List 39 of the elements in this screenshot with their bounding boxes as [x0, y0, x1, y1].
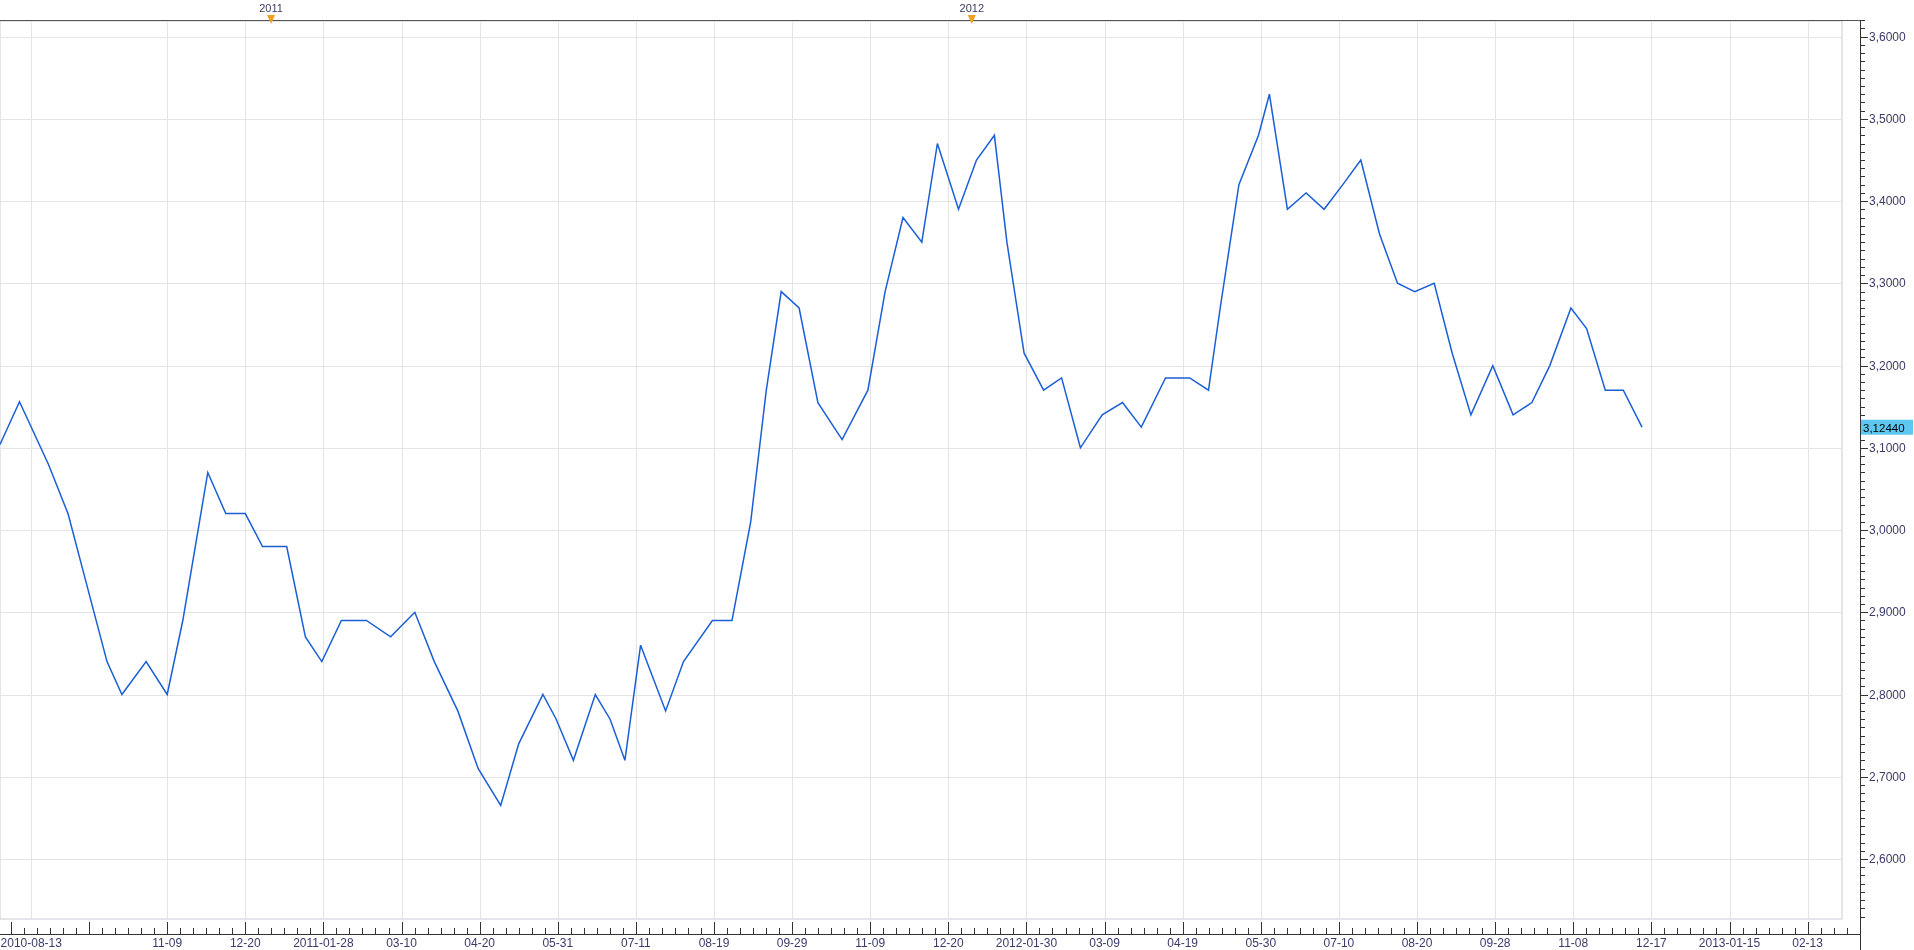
x-tick-label: 04-20	[464, 936, 495, 950]
y-tick-label: 3,3000	[1869, 276, 1906, 291]
y-tick-label: 3,4000	[1869, 194, 1906, 209]
x-tick-label: 09-29	[776, 936, 808, 950]
y-tick-label: 3,6000	[1869, 29, 1906, 44]
year-label: 2012	[959, 2, 984, 14]
x-tick-label: 05-30	[1245, 936, 1277, 950]
x-tick-label: 04-19	[1167, 936, 1199, 950]
y-tick-label: 3,2000	[1869, 358, 1906, 373]
x-tick-label: 08-20	[1401, 936, 1433, 950]
year-label: 2011	[259, 2, 283, 14]
y-tick-label: 2,9000	[1869, 605, 1906, 620]
x-tick-label: 07-10	[1323, 936, 1355, 950]
x-tick-label: 12-20	[229, 936, 261, 950]
x-tick-label: 09-28	[1479, 936, 1511, 950]
x-tick-label: 11-08	[1558, 936, 1589, 950]
x-tick-label: 07-11	[620, 936, 651, 950]
y-tick-label: 3,5000	[1869, 111, 1906, 126]
x-tick-label: 03-09	[1089, 936, 1120, 950]
y-tick-label: 3,0000	[1869, 523, 1906, 538]
y-tick-label: 3,1000	[1869, 440, 1906, 455]
x-tick-label: 03-10	[386, 936, 417, 950]
x-tick-label: 12-17	[1636, 936, 1667, 950]
triangle-marker-icon	[267, 15, 276, 24]
y-tick-label: 2,8000	[1869, 687, 1906, 702]
x-tick-label: 12-20	[933, 936, 964, 950]
triangle-marker-icon	[967, 15, 976, 24]
x-tick-label: 11-09	[152, 936, 183, 950]
x-tick-label: 05-31	[542, 936, 574, 950]
x-tick-label: 2011-01-28	[293, 936, 354, 950]
y-tick-label: 2,6000	[1869, 851, 1906, 866]
y-tick-label: 2,7000	[1869, 769, 1906, 784]
x-tick-label: 2010-08-13	[0, 936, 62, 950]
price-tag: 3,12440	[1861, 419, 1913, 435]
x-tick-label: 2012-01-30	[995, 936, 1058, 950]
x-tick-label: 02-13	[1792, 936, 1823, 950]
x-tick-label: 08-19	[698, 936, 730, 950]
x-tick-label: 11-09	[855, 936, 886, 950]
x-tick-label: 2013-01-15	[1698, 936, 1761, 950]
